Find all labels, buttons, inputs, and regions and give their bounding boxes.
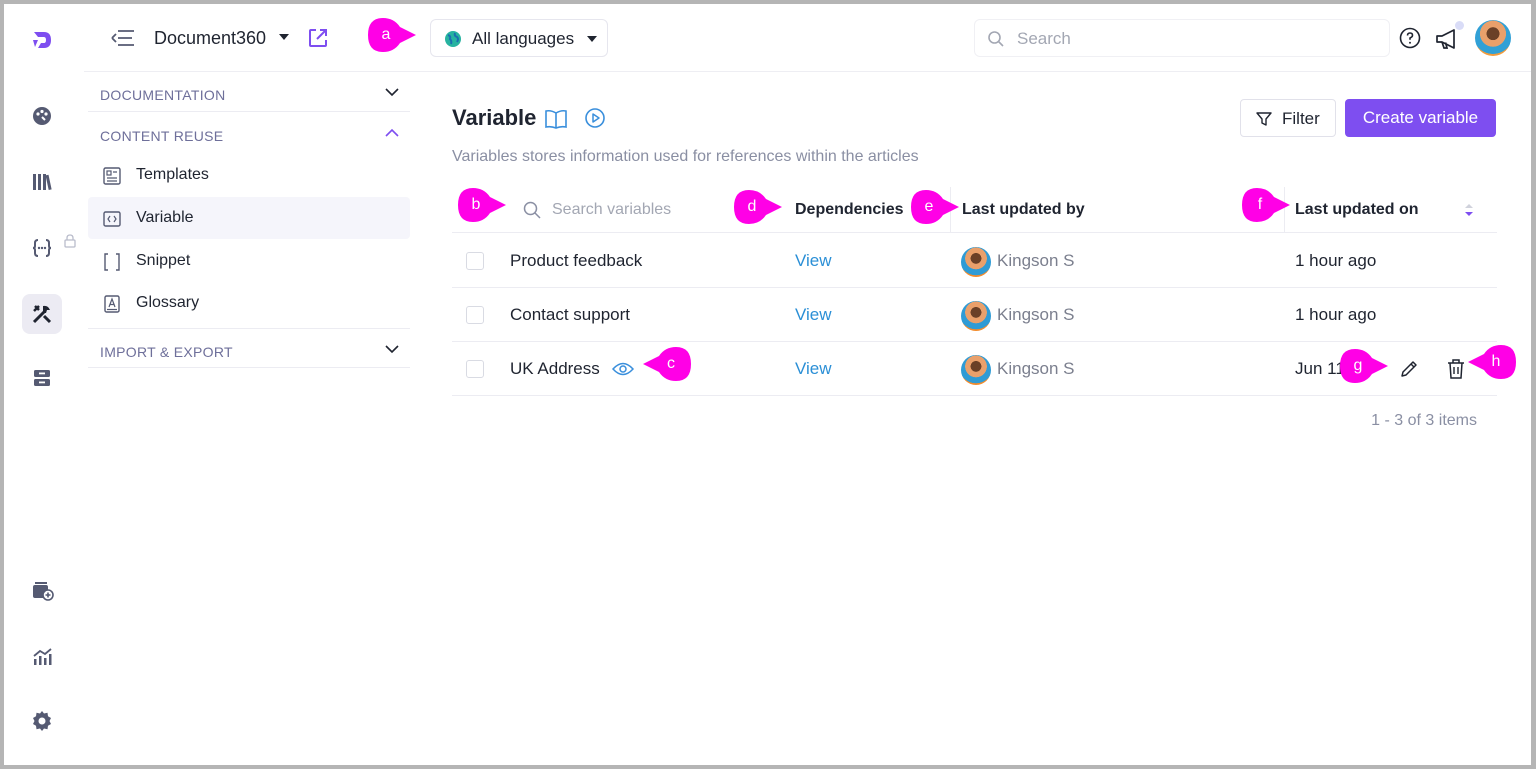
updated-on: 1 hour ago xyxy=(1295,305,1377,324)
search-icon xyxy=(523,201,541,219)
nav-item-snippet[interactable]: Snippet xyxy=(88,240,410,282)
page-title: Variable xyxy=(452,105,537,130)
project-caret-icon[interactable] xyxy=(279,34,289,40)
drive-icon[interactable] xyxy=(22,358,62,398)
section-label: IMPORT & EXPORT xyxy=(100,344,233,360)
updated-by: Kingson S xyxy=(997,251,1075,270)
book-icon[interactable] xyxy=(544,108,568,130)
table-row[interactable]: Product feedback View Kingson S 1 hour a… xyxy=(452,234,1497,288)
analytics-icon[interactable] xyxy=(22,637,62,677)
avatar xyxy=(961,247,991,277)
view-dependencies-link[interactable]: View xyxy=(795,305,832,325)
language-selector[interactable]: All languages xyxy=(430,19,608,57)
column-dependencies: Dependencies xyxy=(795,201,904,218)
project-name[interactable]: Document360 xyxy=(154,28,266,49)
external-link-icon[interactable] xyxy=(306,26,330,50)
create-variable-label: Create variable xyxy=(1362,108,1479,127)
templates-icon xyxy=(103,167,121,185)
filter-label: Filter xyxy=(1282,109,1320,128)
glossary-icon xyxy=(104,295,120,313)
view-dependencies-link[interactable]: View xyxy=(795,251,832,271)
column-last-updated-by[interactable]: Last updated by xyxy=(962,201,1085,219)
global-search-input[interactable] xyxy=(1017,26,1377,52)
collapse-sidebar-icon[interactable] xyxy=(106,26,136,50)
chevron-down-icon xyxy=(385,345,399,354)
variable-name[interactable]: UK Address xyxy=(510,359,600,379)
callout-label: b xyxy=(471,196,481,213)
search-icon xyxy=(988,31,1004,47)
section-label: DOCUMENTATION xyxy=(100,87,226,103)
add-project-icon[interactable] xyxy=(22,570,62,610)
callout-label: c xyxy=(667,355,675,372)
updated-by: Kingson S xyxy=(997,305,1075,324)
language-label: All languages xyxy=(472,29,575,48)
create-variable-button[interactable]: Create variable xyxy=(1345,99,1496,137)
row-checkbox[interactable] xyxy=(466,252,484,270)
callout-label: f xyxy=(1257,196,1263,213)
globe-icon xyxy=(445,31,461,47)
tools-icon[interactable] xyxy=(22,294,62,334)
top-bar: Document360 All languages xyxy=(84,4,1531,72)
section-label: CONTENT REUSE xyxy=(100,128,224,144)
nav-item-label: Glossary xyxy=(136,294,200,311)
section-import-export[interactable]: IMPORT & EXPORT xyxy=(88,328,410,368)
table-row[interactable]: Contact support View Kingson S 1 hour ag… xyxy=(452,288,1497,342)
avatar xyxy=(961,301,991,331)
row-checkbox[interactable] xyxy=(466,306,484,324)
variable-page: Variable Variables stores information us… xyxy=(452,72,1497,472)
callout-label: a xyxy=(381,26,391,43)
chevron-up-icon xyxy=(385,128,399,137)
user-avatar[interactable] xyxy=(1475,20,1511,56)
global-search xyxy=(974,19,1390,57)
updated-on: 1 hour ago xyxy=(1295,251,1377,270)
dashboard-icon[interactable] xyxy=(22,96,62,136)
left-rail xyxy=(4,4,84,765)
notification-dot xyxy=(1455,21,1464,30)
callout-label: d xyxy=(747,198,757,215)
section-documentation[interactable]: DOCUMENTATION xyxy=(88,72,410,112)
nav-item-label: Variable xyxy=(136,209,194,226)
pagination-info: 1 - 3 of 3 items xyxy=(1371,412,1477,429)
snippet-icon xyxy=(104,253,120,271)
page-subtitle: Variables stores information used for re… xyxy=(452,148,919,165)
variable-icon xyxy=(103,211,121,227)
api-icon[interactable] xyxy=(22,228,62,268)
view-dependencies-link[interactable]: View xyxy=(795,359,832,379)
settings-icon[interactable] xyxy=(22,701,62,741)
nav-item-variable[interactable]: Variable xyxy=(88,197,410,239)
chevron-down-icon xyxy=(385,88,399,97)
column-last-updated-on[interactable]: Last updated on xyxy=(1295,201,1419,219)
document360-logo-icon[interactable] xyxy=(22,20,62,60)
updated-by: Kingson S xyxy=(997,359,1075,378)
app-window: Document360 All languages Search DOCUMEN… xyxy=(4,4,1531,765)
content-tools-nav: DOCUMENTATION CONTENT REUSE Templates Va… xyxy=(88,72,410,392)
callout-label: h xyxy=(1491,353,1501,370)
sort-icon[interactable] xyxy=(1462,201,1476,219)
filter-button[interactable]: Filter xyxy=(1240,99,1336,137)
callout-label: e xyxy=(924,198,934,215)
chevron-down-icon xyxy=(587,36,597,42)
nav-item-label: Snippet xyxy=(136,252,191,269)
variable-name[interactable]: Contact support xyxy=(510,305,630,325)
avatar xyxy=(961,355,991,385)
help-icon[interactable] xyxy=(1398,26,1422,50)
variable-name[interactable]: Product feedback xyxy=(510,251,642,271)
nav-item-label: Templates xyxy=(136,166,209,183)
filter-icon xyxy=(1256,112,1272,126)
nav-item-templates[interactable]: Templates xyxy=(88,154,410,196)
library-icon[interactable] xyxy=(22,162,62,202)
lock-icon xyxy=(64,234,76,248)
callout-label: g xyxy=(1353,357,1363,374)
nav-item-glossary[interactable]: Glossary xyxy=(88,282,410,324)
row-checkbox[interactable] xyxy=(466,360,484,378)
play-video-icon[interactable] xyxy=(584,107,606,129)
section-content-reuse[interactable]: CONTENT REUSE xyxy=(88,113,410,153)
